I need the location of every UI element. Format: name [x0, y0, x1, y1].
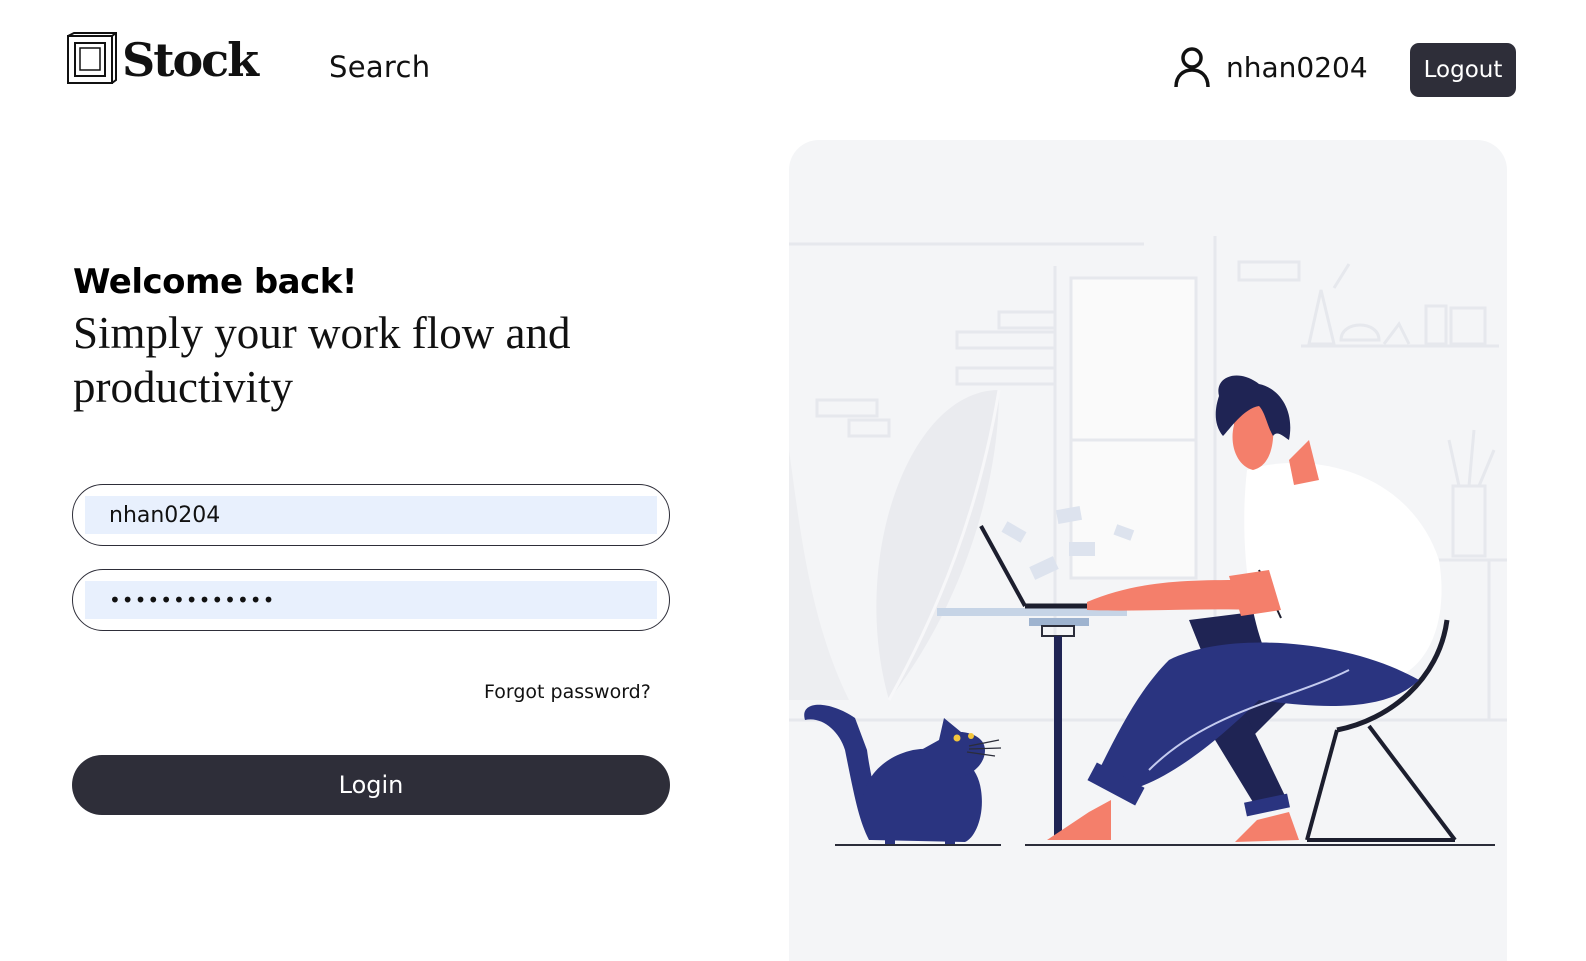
illustration-panel	[789, 140, 1507, 961]
box-icon	[67, 32, 117, 84]
password-field	[72, 569, 670, 631]
nav-search-link[interactable]: Search	[329, 50, 430, 84]
welcome-heading: Welcome back!	[73, 262, 357, 302]
tagline: Simply your work flow and productivity	[73, 308, 571, 412]
login-button[interactable]: Login	[72, 755, 670, 815]
username-label: nhan0204	[1226, 50, 1368, 84]
forgot-password-link[interactable]: Forgot password?	[484, 681, 651, 703]
logo-text: Stock	[122, 33, 259, 87]
username-field	[72, 484, 670, 546]
username-input[interactable]	[85, 496, 657, 534]
user-icon	[1174, 47, 1210, 88]
person-with-laptop-illustration	[789, 236, 1507, 846]
logo[interactable]: Stock	[66, 32, 259, 87]
user-profile[interactable]: nhan0204	[1172, 45, 1368, 89]
password-input[interactable]	[85, 581, 657, 619]
logout-button[interactable]: Logout	[1410, 43, 1516, 97]
